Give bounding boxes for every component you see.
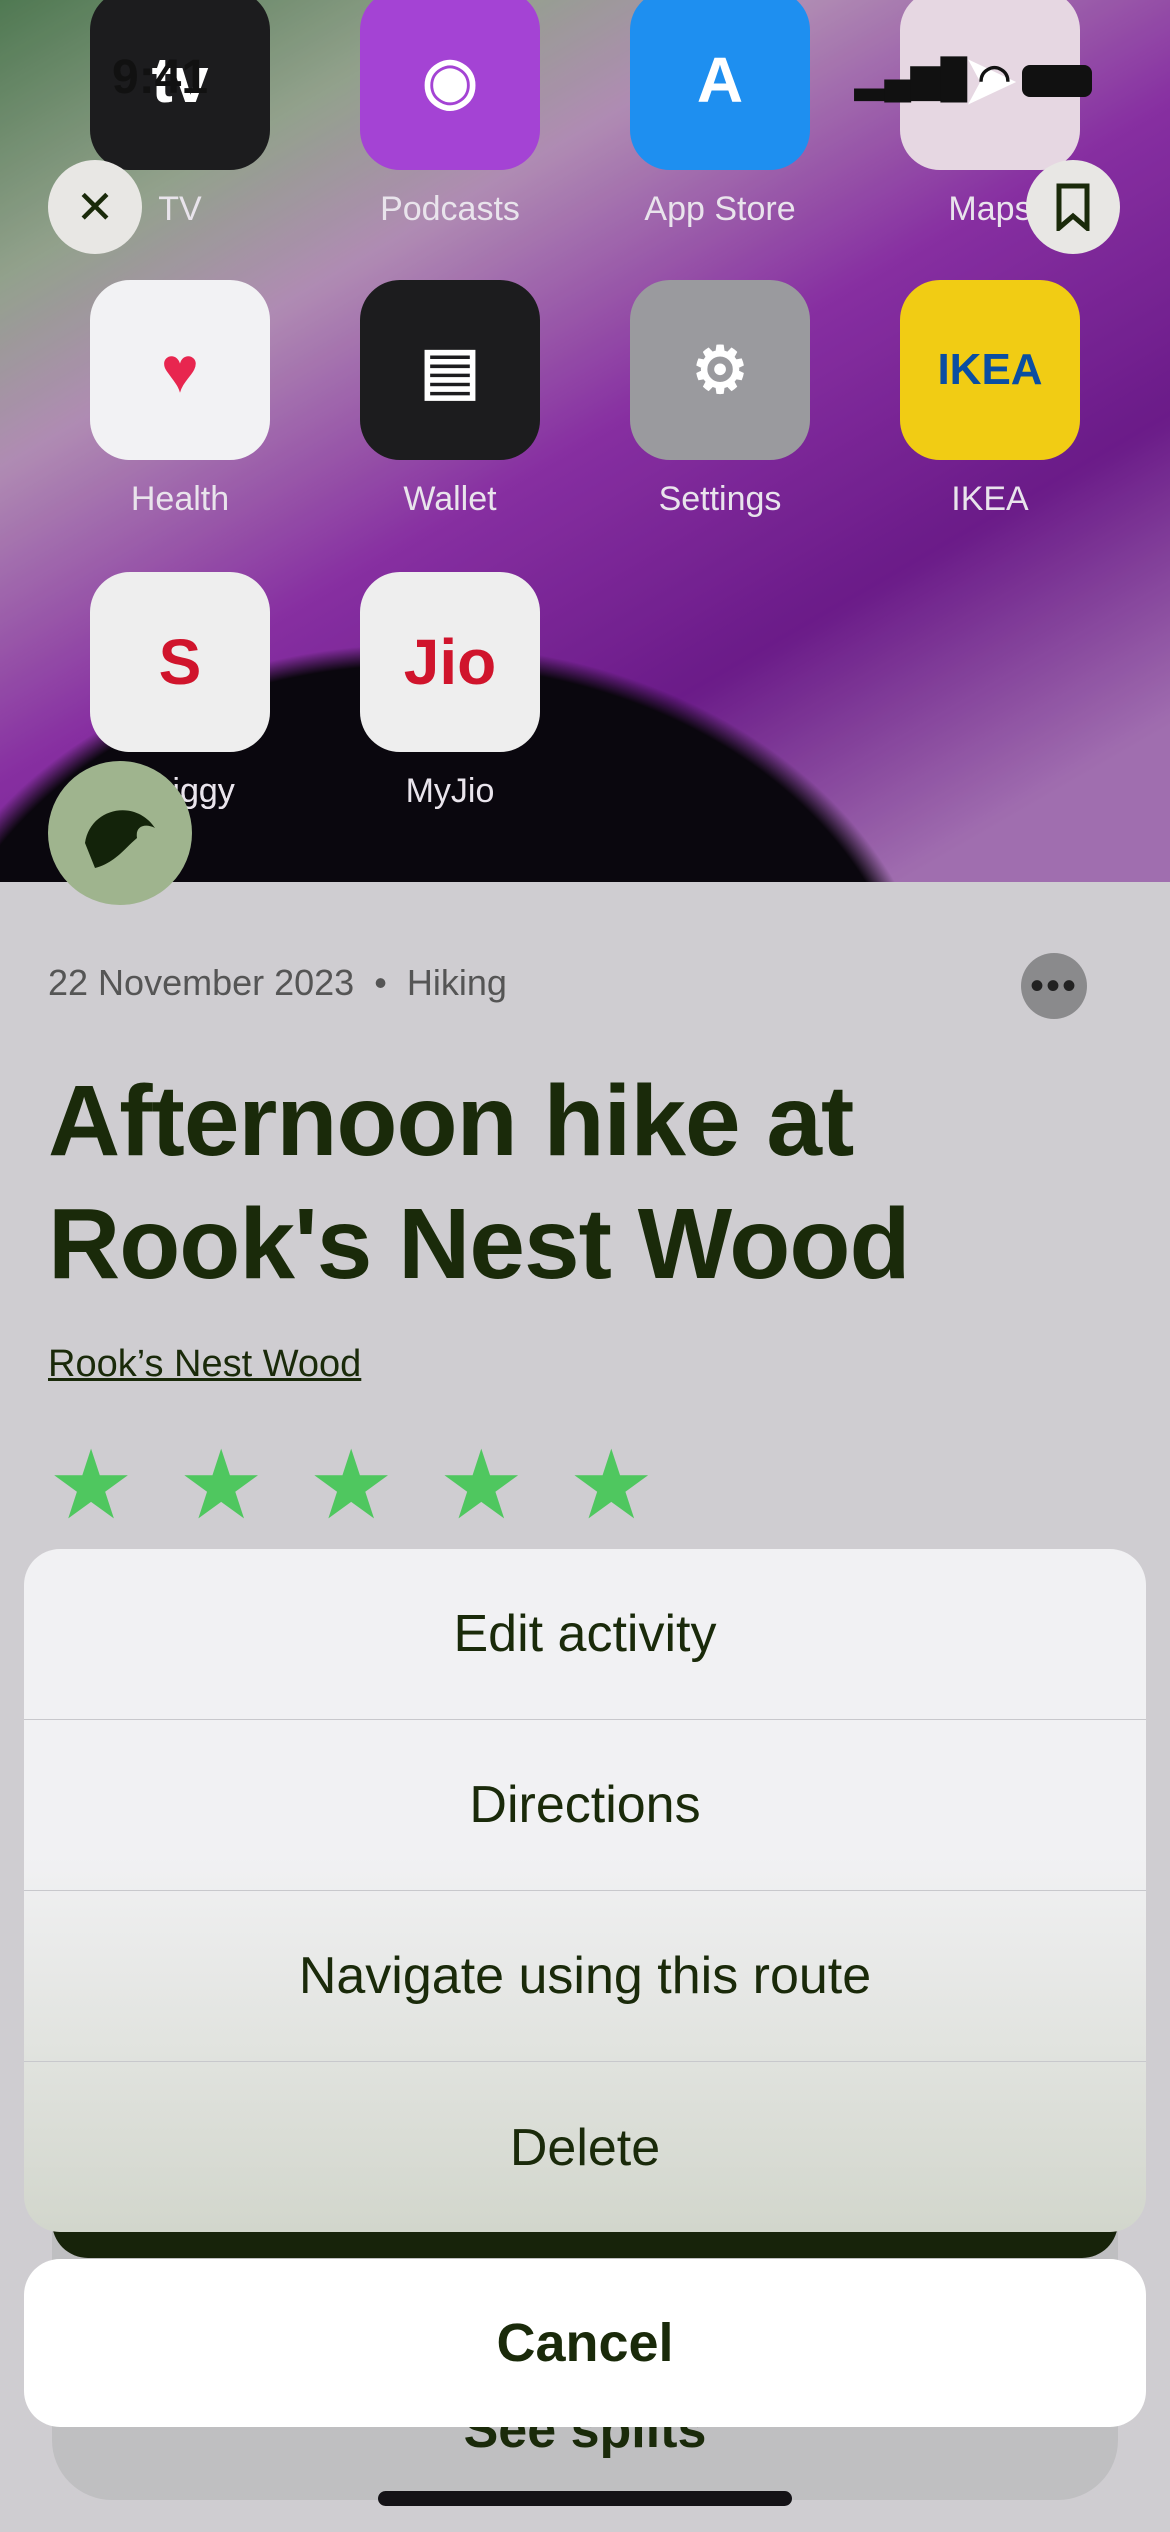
app-label-text: Health	[131, 480, 229, 519]
wallet-icon: ▤	[360, 280, 540, 460]
app-label: IKEA	[900, 480, 1080, 519]
app-name-visible-part: ggy	[179, 772, 235, 810]
app-label-text: IKEA	[951, 480, 1028, 519]
separator: •	[374, 962, 387, 1003]
edit-activity-option[interactable]: Edit activity	[24, 1549, 1146, 1720]
navigate-route-option[interactable]: Navigate using this route	[24, 1891, 1146, 2062]
ikea-icon: IKEA	[900, 280, 1080, 460]
rating-stars: ★ ★ ★ ★ ★	[48, 1438, 654, 1534]
activity-meta: 22 November 2023 • Hiking	[48, 962, 507, 1004]
app-label: Settings	[630, 480, 810, 519]
more-icon: •••	[1029, 963, 1078, 1008]
app-name: App Store	[644, 190, 796, 228]
status-icons: ▂▄▆█ ◠	[855, 56, 1092, 101]
app-label-text: Maps	[948, 190, 1031, 229]
star-icon[interactable]: ★	[178, 1438, 264, 1534]
app-app-store[interactable]: A App Store	[630, 0, 810, 229]
star-icon[interactable]: ★	[308, 1438, 394, 1534]
status-time: 9:41	[112, 51, 209, 104]
health-icon: ♥	[90, 280, 270, 460]
cancel-button[interactable]: Cancel	[24, 2259, 1146, 2427]
app-settings[interactable]: ⚙ Settings	[630, 280, 810, 519]
app-name: Wallet	[403, 480, 497, 518]
app-podcasts[interactable]: ◉ Podcasts	[360, 0, 540, 229]
action-sheet: Edit activity Directions Navigate using …	[24, 1549, 1146, 2232]
app-health[interactable]: ♥ Health	[90, 280, 270, 519]
myjio-icon: Jio	[360, 572, 540, 752]
bookmark-icon	[1056, 183, 1090, 231]
app-name: MyJio	[405, 772, 495, 810]
app-label: MyJio	[360, 772, 540, 811]
app-label-text: App Store	[644, 190, 795, 229]
app-label-text: Podcasts	[380, 190, 520, 229]
more-options-button[interactable]: •••	[1021, 953, 1087, 1019]
app-name: Podcasts	[380, 190, 520, 228]
settings-icon: ⚙	[630, 280, 810, 460]
app-wallet[interactable]: ▤ Wallet	[360, 280, 540, 519]
podcasts-icon: ◉	[360, 0, 540, 170]
app-name: TV	[158, 190, 202, 228]
app-label: Wallet	[360, 480, 540, 519]
avatar[interactable]	[48, 761, 192, 905]
wifi-icon: ◠	[977, 58, 1012, 100]
app-name: IKEA	[951, 480, 1029, 518]
raven-logo-icon	[85, 810, 155, 868]
app-label: Health	[90, 480, 270, 519]
directions-option[interactable]: Directions	[24, 1720, 1146, 1891]
battery-icon	[1021, 64, 1092, 97]
swiggy-icon: S	[90, 572, 270, 752]
app-label: Podcasts	[360, 190, 540, 229]
app-label-text: Wallet	[403, 480, 496, 519]
home-indicator[interactable]	[378, 2491, 792, 2506]
app-label-text: MyJio	[406, 772, 495, 811]
activity-type: Hiking	[406, 962, 507, 1003]
app-myjio[interactable]: Jio MyJio	[360, 572, 540, 811]
activity-date: 22 November 2023	[48, 962, 355, 1003]
delete-option[interactable]: Delete	[24, 2062, 1146, 2232]
location-link[interactable]: Rook’s Nest Wood	[48, 1343, 361, 1386]
star-icon[interactable]: ★	[438, 1438, 524, 1534]
app-ikea[interactable]: IKEA IKEA	[900, 280, 1080, 519]
app-name: Settings	[658, 480, 782, 518]
app-label: App Store	[630, 190, 810, 229]
app-label-text: TV	[158, 190, 201, 229]
app-store-icon: A	[630, 0, 810, 170]
app-label-text: Settings	[659, 480, 782, 519]
star-icon[interactable]: ★	[48, 1438, 134, 1534]
app-name: Health	[130, 480, 230, 518]
close-button[interactable]: ✕	[48, 160, 142, 254]
app-name: Maps	[948, 190, 1032, 228]
signal-icon: ▂▄▆█	[855, 58, 968, 100]
bookmark-button[interactable]	[1026, 160, 1120, 254]
close-icon: ✕	[75, 181, 115, 233]
star-icon[interactable]: ★	[568, 1438, 654, 1534]
activity-title: Afternoon hike at Rook's Nest Wood	[48, 1065, 911, 1300]
